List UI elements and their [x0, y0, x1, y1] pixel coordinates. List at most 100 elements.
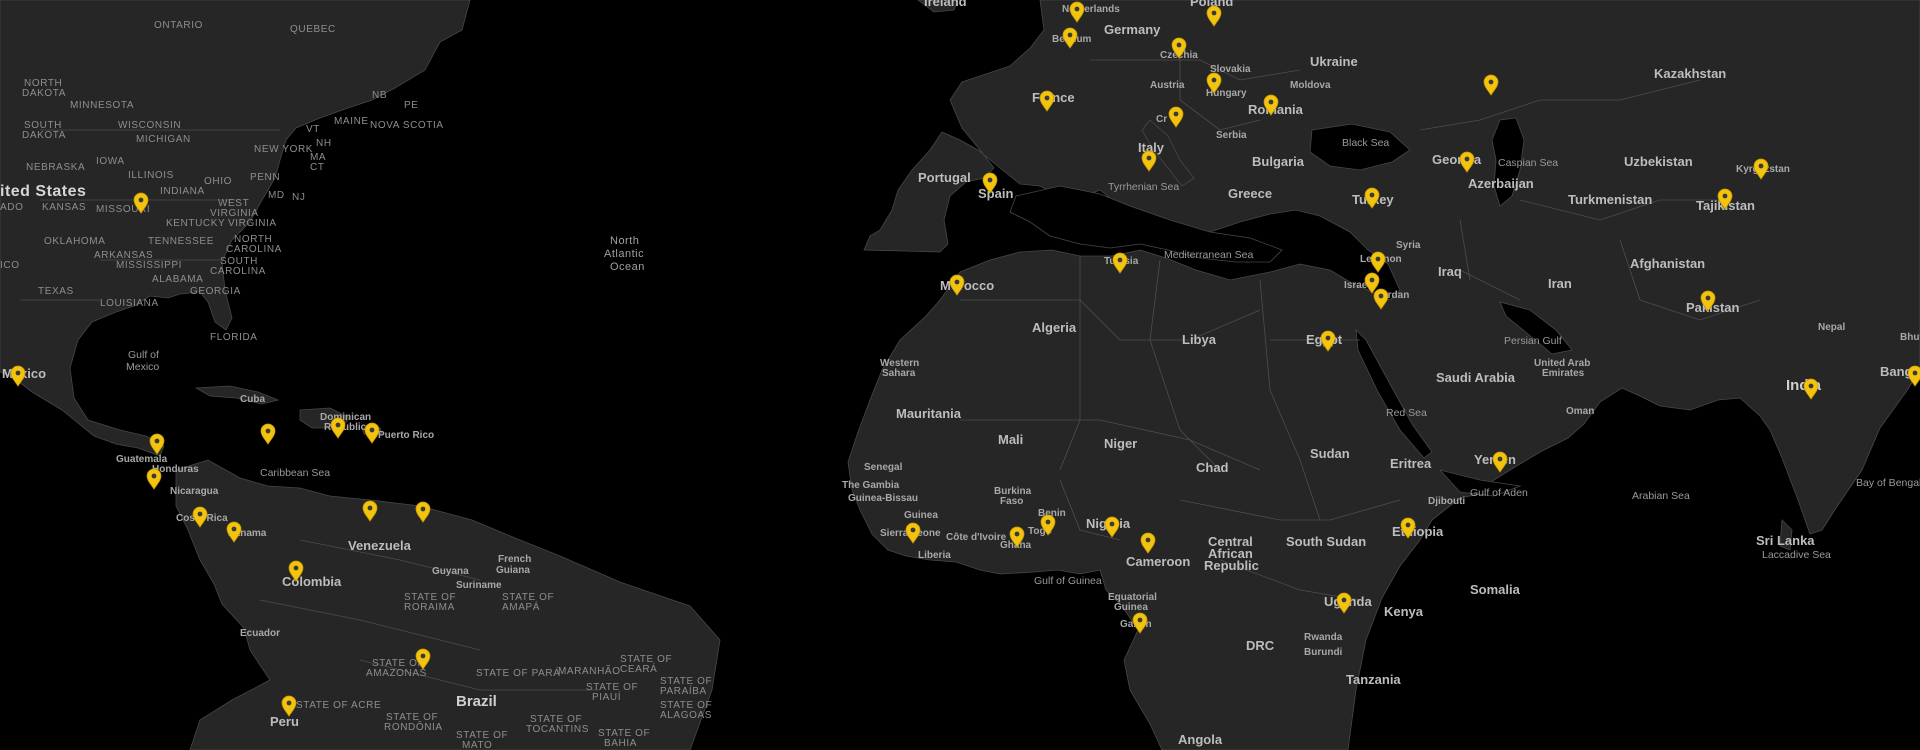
label-south-sudan: South Sudan	[1286, 534, 1366, 549]
label-illinois: ILLINOIS	[128, 170, 174, 181]
label-black-sea: Black Sea	[1342, 137, 1389, 149]
label-ecuador: Ecuador	[240, 628, 280, 639]
label-suriname: Suriname	[456, 580, 502, 591]
label-uzbekistan: Uzbekistan	[1624, 154, 1693, 169]
label-liberia: Liberia	[918, 550, 951, 561]
label-minnesota: MINNESOTA	[70, 100, 134, 111]
label-oman: Oman	[1566, 406, 1594, 417]
label-ocean-north: North	[610, 235, 639, 247]
label-ontario: ONTARIO	[154, 20, 203, 31]
label-amazonas-2: AMAZONAS	[366, 668, 427, 679]
label-caspian: Caspian Sea	[1498, 157, 1558, 169]
label-wisconsin: WISCONSIN	[118, 120, 181, 131]
label-senegal: Senegal	[864, 462, 903, 473]
label-somalia: Somalia	[1470, 582, 1521, 597]
label-rwanda: Rwanda	[1304, 632, 1343, 643]
label-bay-of-bengal: Bay of Bengal	[1856, 477, 1920, 489]
label-south-dakota-2: DAKOTA	[22, 130, 66, 141]
label-bahia-2: BAHIA	[604, 738, 637, 749]
label-texas: TEXAS	[38, 286, 74, 297]
label-angola: Angola	[1178, 732, 1223, 747]
label-michigan: MICHIGAN	[136, 134, 191, 145]
label-french-guiana-2: Guiana	[496, 565, 530, 576]
label-ado: ADO	[0, 202, 23, 213]
label-acre: STATE OF ACRE	[296, 700, 381, 711]
label-gulf-of-mexico-1: Gulf of	[128, 349, 159, 361]
label-kentucky: KENTUCKY	[166, 218, 225, 229]
label-saudi-arabia: Saudi Arabia	[1436, 370, 1516, 385]
label-french-guiana-1: French	[498, 554, 531, 565]
label-laccadive: Laccadive Sea	[1762, 549, 1831, 561]
label-tennessee: TENNESSEE	[148, 236, 214, 247]
label-indiana: INDIANA	[160, 186, 205, 197]
label-colombia: Colombia	[282, 574, 342, 589]
label-vt: VT	[306, 124, 320, 135]
label-serbia: Serbia	[1216, 130, 1247, 141]
label-syria: Syria	[1396, 240, 1421, 251]
label-puerto-rico: Puerto Rico	[378, 430, 434, 441]
label-ukraine: Ukraine	[1310, 54, 1358, 69]
label-paraiba-2: PARAÍBA	[660, 684, 707, 697]
label-ocean-ocean: Ocean	[610, 261, 645, 273]
label-algeria: Algeria	[1032, 320, 1077, 335]
label-cameroon: Cameroon	[1126, 554, 1190, 569]
label-ohio: OHIO	[204, 176, 232, 187]
label-austria: Austria	[1150, 80, 1185, 91]
label-iowa: IOWA	[96, 156, 125, 167]
label-libya: Libya	[1182, 332, 1217, 347]
label-new-york: NEW YORK	[254, 144, 313, 155]
label-guinea-bissau: Guinea-Bissau	[848, 493, 918, 504]
label-para: STATE OF PARÁ	[476, 666, 560, 679]
label-chad: Chad	[1196, 460, 1229, 475]
label-nb: NB	[372, 90, 387, 101]
label-car-3: Republic	[1204, 558, 1259, 573]
label-iran: Iran	[1548, 276, 1572, 291]
label-cote-divoire: Côte d'Ivoire	[946, 532, 1007, 543]
label-venezuela: Venezuela	[348, 538, 412, 553]
label-moldova: Moldova	[1290, 80, 1331, 91]
label-virginia: VIRGINIA	[228, 218, 277, 229]
label-germany: Germany	[1104, 22, 1161, 37]
label-maranhao: MARANHÃO	[558, 664, 621, 677]
label-eq-guinea-2: Guinea	[1114, 602, 1148, 613]
label-afghanistan: Afghanistan	[1630, 256, 1705, 271]
label-sri-lanka: Sri Lanka	[1756, 533, 1815, 548]
label-caribbean: Caribbean Sea	[260, 467, 330, 479]
label-morocco: Morocco	[940, 278, 994, 293]
label-georgia-state: GEORGIA	[190, 286, 241, 297]
label-western-sahara-2: Sahara	[882, 368, 916, 379]
label-rondonia-2: RONDÔNIA	[384, 720, 443, 733]
label-dominican-2: Republic	[324, 422, 367, 433]
label-red-sea: Red Sea	[1386, 407, 1427, 419]
label-gulf-of-aden: Gulf of Aden	[1470, 487, 1528, 499]
label-nicaragua: Nicaragua	[170, 486, 219, 497]
label-georgia-country: Georgia	[1432, 152, 1482, 167]
label-nh: NH	[316, 138, 332, 149]
label-maine: MAINE	[334, 116, 369, 127]
label-mali: Mali	[998, 432, 1023, 447]
label-gulf-of-mexico-2: Mexico	[126, 361, 159, 373]
label-mato-2: MATO	[462, 740, 492, 750]
label-north-dakota-2: DAKOTA	[22, 88, 66, 99]
label-quebec: QUEBEC	[290, 24, 336, 35]
label-tyrrhenian: Tyrrhenian Sea	[1108, 181, 1179, 193]
label-roraima-2: RORAIMA	[404, 602, 455, 613]
label-mediterranean: Mediterranean Sea	[1164, 249, 1253, 261]
label-bulgaria: Bulgaria	[1252, 154, 1305, 169]
label-alabama: ALABAMA	[152, 274, 203, 285]
world-map[interactable]: North Atlantic Ocean Gulf of Mexico Cari…	[0, 0, 1920, 750]
label-mississippi: MISSISSIPPI	[116, 260, 182, 271]
label-djibouti: Djibouti	[1428, 496, 1465, 507]
label-greece: Greece	[1228, 186, 1272, 201]
label-eritrea: Eritrea	[1390, 456, 1432, 471]
label-tocantins-2: TOCANTINS	[526, 724, 589, 735]
label-spain: Spain	[978, 186, 1013, 201]
label-nj: NJ	[292, 192, 305, 203]
label-ireland: Ireland	[924, 0, 967, 9]
label-brazil: Brazil	[456, 693, 497, 710]
label-md: MD	[268, 190, 285, 201]
label-mauritania: Mauritania	[896, 406, 962, 421]
label-north-carolina-2: CAROLINA	[226, 244, 282, 255]
label-pe: PE	[404, 100, 419, 111]
label-tanzania: Tanzania	[1346, 672, 1401, 687]
